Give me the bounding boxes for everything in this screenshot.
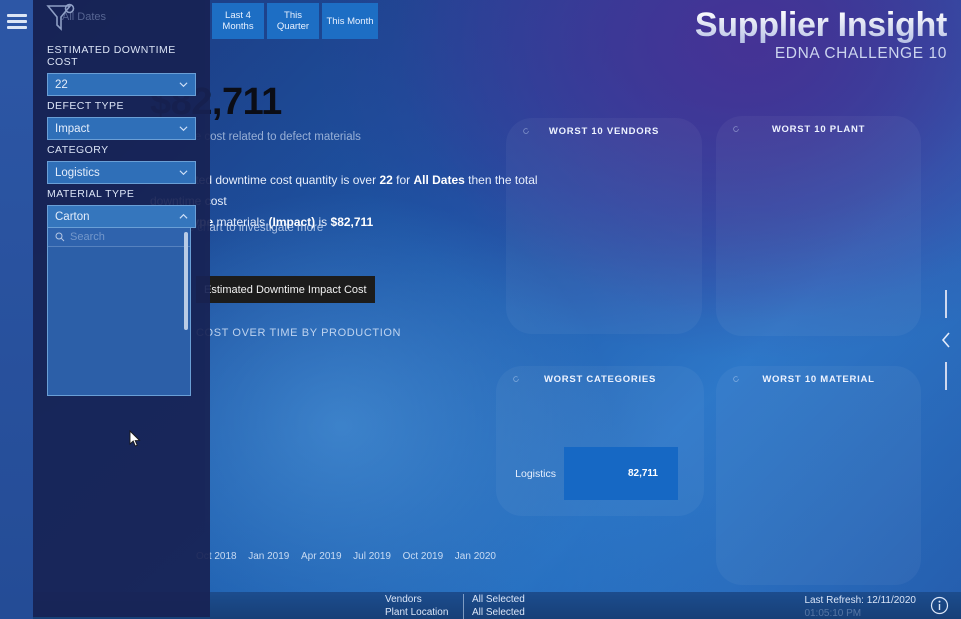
x-tick: Jan 2020 <box>454 551 496 562</box>
page-title: Supplier Insight EDNA CHALLENGE 10 <box>695 6 947 63</box>
filter-select-defect-type[interactable]: Impact <box>47 117 196 140</box>
filter-group-downtime-cost: ESTIMATED DOWNTIME COST 22 <box>33 44 210 96</box>
filter-select-category[interactable]: Logistics <box>47 161 196 184</box>
chevron-down-icon <box>179 81 188 87</box>
filter-label-material-type: MATERIAL TYPE <box>47 188 135 200</box>
divider <box>463 606 464 619</box>
filter-group-category: CATEGORY Logistics <box>33 144 210 184</box>
report-canvas: $82,711 Downtime cost related to defect … <box>0 0 961 619</box>
x-tick: Oct 2019 <box>402 551 444 562</box>
chevron-down-icon <box>179 169 188 175</box>
worst-vendors-card[interactable]: WORST 10 VENDORS <box>506 118 702 334</box>
x-tick: Jul 2019 <box>353 551 391 562</box>
tab-this-quarter[interactable]: This Quarter <box>267 3 319 39</box>
filter-value-category: Logistics <box>55 166 100 179</box>
filter-group-material-type: MATERIAL TYPE Carton <box>33 188 210 228</box>
worst-categories-card[interactable]: WORST CATEGORIES Logistics 82,711 <box>496 366 704 516</box>
collapse-panel-control[interactable] <box>937 290 955 390</box>
footer-filter-row: Plant Location All Selected <box>385 606 525 619</box>
category-bar: 82,711 <box>564 447 678 500</box>
category-bar-row[interactable]: Logistics 82,711 <box>506 447 694 500</box>
filter-value-downtime-cost: 22 <box>55 78 68 91</box>
filter-panel-header: All Dates <box>33 0 210 40</box>
kpi-note-threshold: 22 <box>379 173 393 187</box>
footer-active-filters: Vendors All Selected Plant Location All … <box>385 594 525 619</box>
chevron-down-icon <box>179 125 188 131</box>
filter-select-downtime-cost[interactable]: 22 <box>47 73 196 96</box>
report-subtitle: EDNA CHALLENGE 10 <box>774 45 947 62</box>
chevron-up-icon <box>179 213 188 219</box>
worst-vendors-title: WORST 10 VENDORS <box>548 126 660 137</box>
worst-material-title: WORST 10 MATERIAL <box>762 374 875 385</box>
filter-label-defect-type: DEFECT TYPE <box>47 100 124 112</box>
tab-last-4-months[interactable]: Last 4 Months <box>212 3 264 39</box>
tab-this-month[interactable]: This Month <box>322 3 378 39</box>
filter-select-material-type[interactable]: Carton <box>47 205 196 228</box>
material-type-dropdown[interactable]: Search <box>47 228 191 396</box>
worst-plant-card[interactable]: WORST 10 PLANT <box>716 116 921 336</box>
footer-filter-key: Plant Location <box>385 606 449 618</box>
filter-date-label: All Dates <box>62 11 107 23</box>
category-label: Logistics <box>515 467 556 480</box>
last-refresh-label: Last Refresh: 12/11/2020 <box>804 595 916 606</box>
info-icon[interactable] <box>930 596 949 615</box>
x-tick: Apr 2019 <box>300 551 342 562</box>
footer-filter-value: All Selected <box>472 606 525 618</box>
line-chart-svg <box>196 345 496 560</box>
filter-group-defect-type: DEFECT TYPE Impact <box>33 100 210 140</box>
worst-categories-title: WORST CATEGORIES <box>543 374 657 385</box>
dropdown-search-placeholder: Search <box>70 231 105 243</box>
mouse-cursor <box>129 430 141 447</box>
filter-label-category: CATEGORY <box>47 144 109 156</box>
chevron-left-icon <box>941 332 950 348</box>
last-refresh-time: 01:05:10 PM <box>804 607 862 619</box>
line-chart-section-label: COST OVER TIME BY PRODUCTION <box>196 327 402 339</box>
report-title: Supplier Insight <box>694 6 947 44</box>
dropdown-item-list <box>48 247 190 395</box>
dropdown-scrollbar[interactable] <box>184 232 188 330</box>
kpi-note-mid: for <box>392 173 414 187</box>
divider-top <box>945 290 947 318</box>
divider <box>463 594 464 607</box>
left-rail <box>0 0 33 619</box>
footer-filter-row: Vendors All Selected <box>385 594 525 607</box>
kpi-note-total: $82,711 <box>330 215 374 229</box>
period-tabs: Last 4 Months This Quarter This Month <box>212 3 378 39</box>
last-refresh-block: Last Refresh: 12/11/2020 01:05:10 PM <box>804 595 916 619</box>
worst-plant-title: WORST 10 PLANT <box>771 124 866 135</box>
footer-filter-value: All Selected <box>472 594 525 605</box>
dropdown-search-row[interactable]: Search <box>48 228 190 247</box>
filter-value-defect-type: Impact <box>55 122 90 135</box>
filter-value-material-type: Carton <box>55 210 90 223</box>
x-tick: Jan 2019 <box>248 551 290 562</box>
search-icon <box>55 232 65 242</box>
filter-label-downtime-cost: ESTIMATED DOWNTIME COST <box>47 44 176 68</box>
footer-filter-key: Vendors <box>385 594 422 605</box>
divider-bottom <box>945 362 947 390</box>
cost-over-time-line-chart[interactable] <box>196 345 496 560</box>
worst-material-card[interactable]: WORST 10 MATERIAL <box>716 366 921 585</box>
chart-tooltip: Estimated Downtime Impact Cost <box>196 276 375 303</box>
kpi-note-dates: All Dates <box>413 173 465 187</box>
hamburger-menu-icon[interactable] <box>7 14 27 29</box>
line-chart-x-axis: Oct 2018 Jan 2019 Apr 2019 Jul 2019 Oct … <box>196 551 496 565</box>
